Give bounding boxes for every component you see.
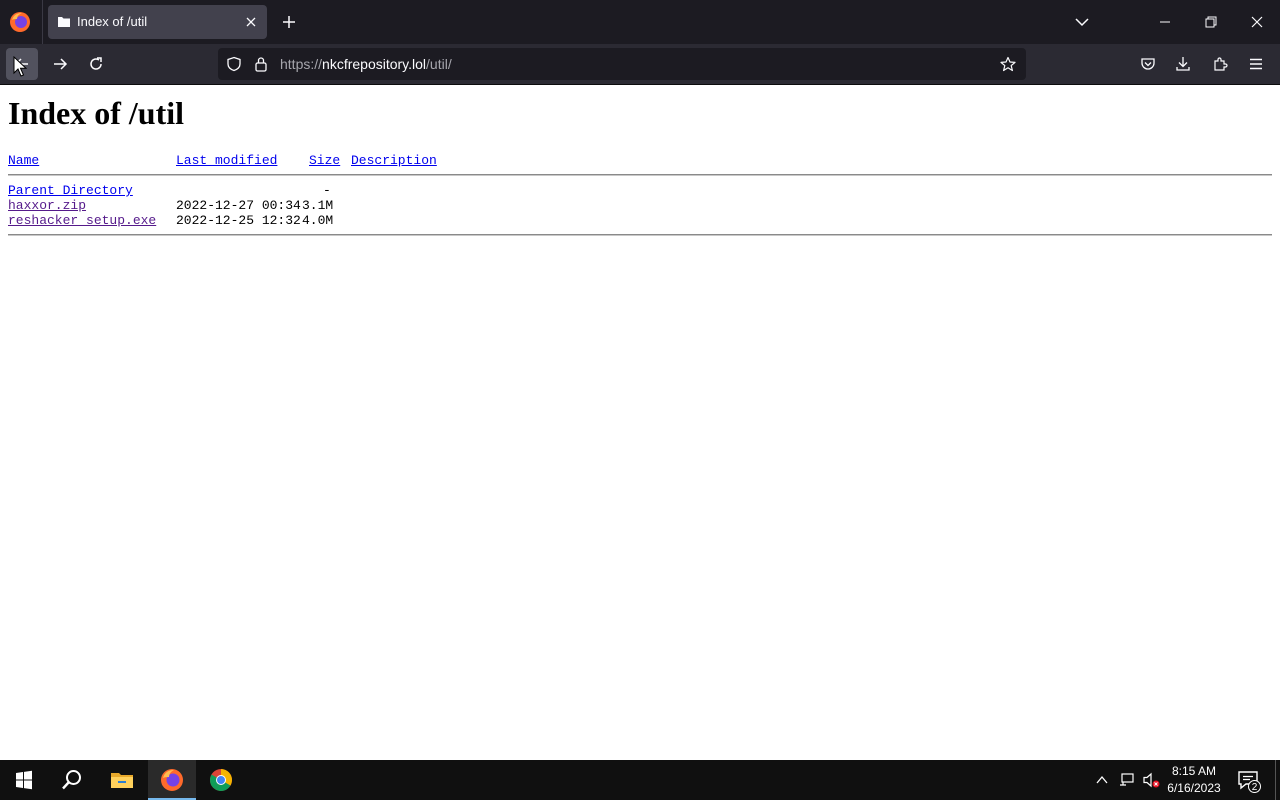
volume-muted-icon[interactable] bbox=[1142, 772, 1160, 788]
file-link-haxxor-zip[interactable]: haxxor.zip bbox=[8, 198, 86, 213]
reload-icon bbox=[90, 57, 102, 70]
tab-title: Index of /util bbox=[77, 14, 148, 29]
row-size: - bbox=[323, 183, 331, 198]
extensions-puzzle-icon[interactable] bbox=[1212, 56, 1228, 72]
firefox-taskbar-button[interactable] bbox=[148, 760, 196, 800]
firefox-logo-icon[interactable] bbox=[9, 11, 31, 33]
bookmark-star-icon[interactable] bbox=[1000, 56, 1016, 72]
tab-separator bbox=[42, 0, 43, 44]
folder-icon bbox=[58, 17, 70, 27]
search-icon bbox=[62, 770, 81, 790]
page-title: Index of /util bbox=[8, 95, 185, 131]
taskbar-clock-time[interactable]: 8:15 AM bbox=[1160, 763, 1228, 779]
lock-icon[interactable] bbox=[254, 56, 268, 72]
tracking-protection-shield-icon[interactable] bbox=[226, 56, 242, 72]
url-scheme: https:// bbox=[280, 56, 323, 72]
firefox-icon bbox=[161, 769, 183, 791]
tray-chevron-up-icon[interactable] bbox=[1095, 773, 1109, 787]
url-domain: nkcfrepository.lol bbox=[322, 56, 427, 72]
column-header-description[interactable]: Description bbox=[351, 153, 437, 168]
row-last-modified: 2022-12-27 00:34 bbox=[176, 198, 301, 213]
horizontal-rule-bottom bbox=[8, 234, 1272, 236]
pocket-icon[interactable] bbox=[1140, 56, 1156, 72]
start-button[interactable] bbox=[0, 760, 48, 800]
download-icon[interactable] bbox=[1175, 56, 1191, 72]
chrome-icon bbox=[210, 769, 232, 791]
address-bar[interactable]: https://nkcfrepository.lol/util/ bbox=[218, 48, 1026, 80]
url-path: /util/ bbox=[426, 56, 452, 72]
new-tab-icon[interactable] bbox=[281, 14, 297, 30]
search-button[interactable] bbox=[48, 760, 96, 800]
minimize-icon[interactable] bbox=[1157, 15, 1173, 29]
folder-icon bbox=[111, 773, 133, 788]
row-last-modified: 2022-12-25 12:32 bbox=[176, 213, 301, 228]
windows-logo-icon bbox=[16, 770, 32, 790]
file-explorer-button[interactable] bbox=[98, 760, 146, 800]
parent-directory-link[interactable]: Parent Directory bbox=[8, 183, 133, 198]
row-size: 3.1M bbox=[302, 198, 334, 213]
column-header-name[interactable]: Name bbox=[8, 153, 39, 168]
arrow-right-icon bbox=[54, 58, 68, 70]
browser-tab-bar: Index of /util bbox=[0, 0, 1280, 44]
taskbar-clock-date[interactable]: 6/16/2023 bbox=[1160, 780, 1228, 796]
column-header-last-modified[interactable]: Last modified bbox=[176, 153, 277, 168]
row-size: 4.0M bbox=[302, 213, 334, 228]
windows-taskbar bbox=[0, 760, 1280, 800]
network-icon[interactable] bbox=[1118, 772, 1136, 788]
mouse-cursor-icon bbox=[13, 56, 27, 77]
close-tab-icon[interactable] bbox=[244, 15, 258, 29]
close-window-icon[interactable] bbox=[1249, 15, 1265, 29]
tab-index-of-util[interactable]: Index of /util bbox=[48, 5, 267, 39]
hamburger-menu-icon[interactable] bbox=[1248, 56, 1264, 72]
column-header-size[interactable]: Size bbox=[309, 153, 340, 168]
navigation-toolbar: https://nkcfrepository.lol/util/ bbox=[0, 44, 1280, 85]
chevron-down-icon[interactable] bbox=[1074, 15, 1090, 29]
horizontal-rule-top bbox=[8, 174, 1272, 176]
file-link-reshacker-setup-exe[interactable]: reshacker_setup.exe bbox=[8, 213, 156, 228]
restore-window-icon[interactable] bbox=[1203, 15, 1219, 29]
notification-count-badge: 2 bbox=[1248, 780, 1261, 793]
chrome-taskbar-button[interactable] bbox=[197, 760, 245, 800]
page-content: Index of /util Name Last modified Size D… bbox=[0, 86, 1280, 760]
url-text[interactable]: https://nkcfrepository.lol/util/ bbox=[280, 56, 452, 72]
reload-button[interactable] bbox=[80, 48, 112, 80]
show-desktop-button[interactable] bbox=[1275, 760, 1280, 800]
forward-button[interactable] bbox=[44, 48, 76, 80]
